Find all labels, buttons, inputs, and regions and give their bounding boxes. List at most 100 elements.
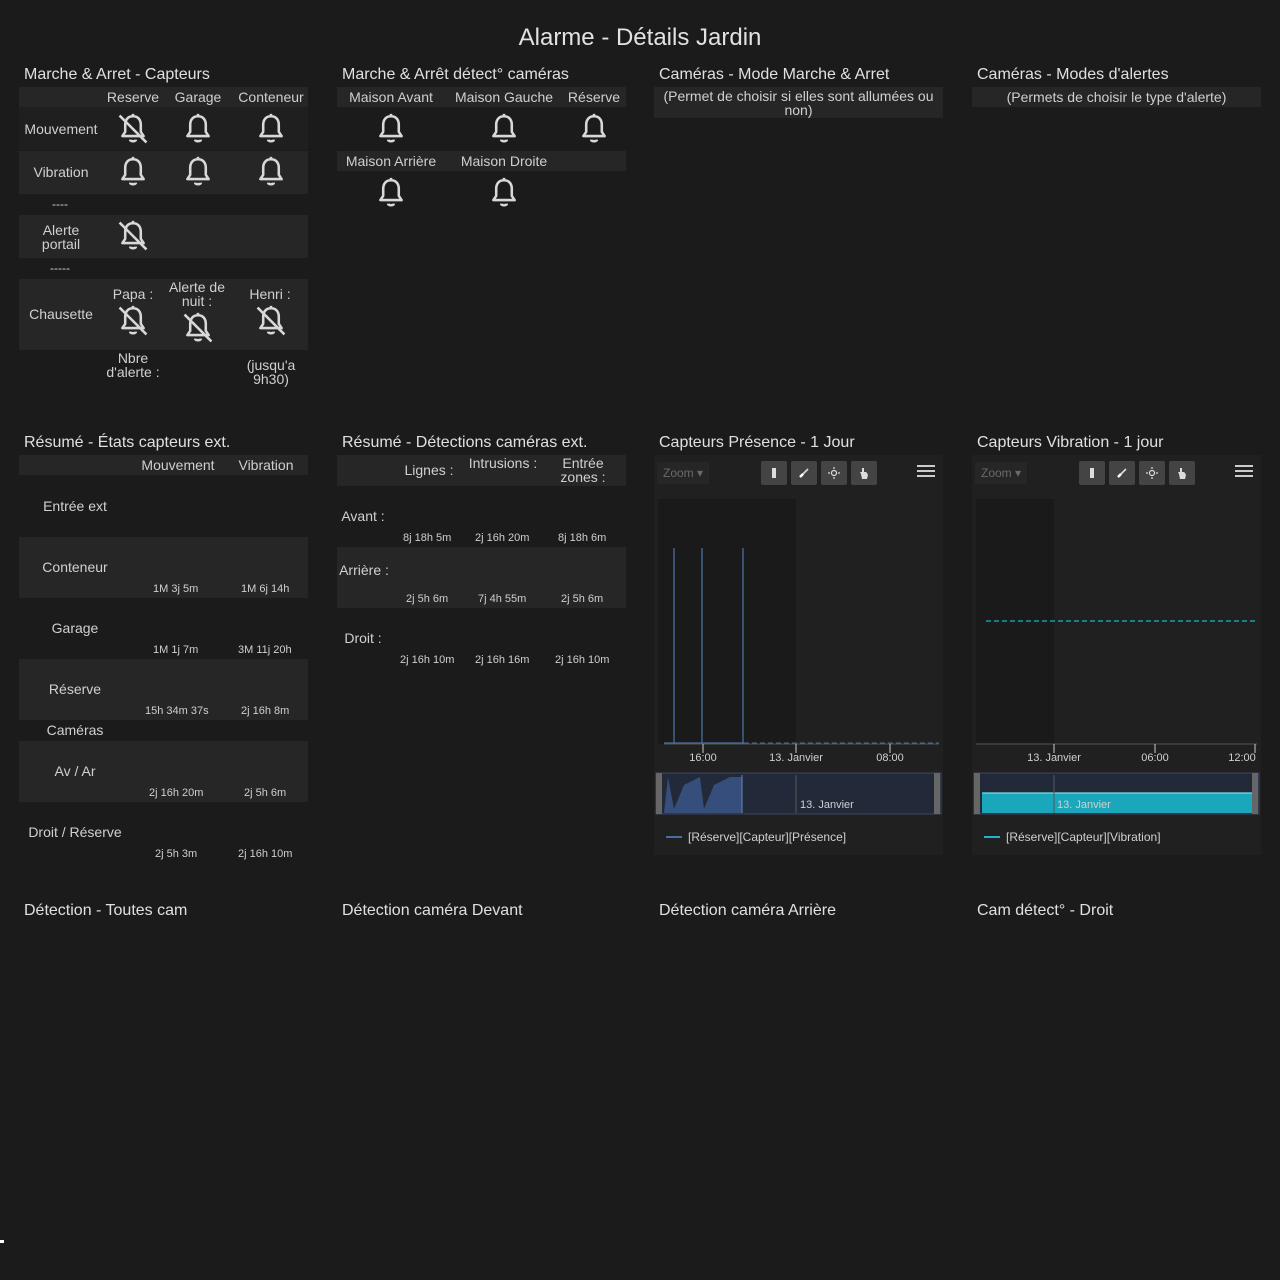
row-label-vibration: Vibration [33, 164, 89, 180]
header-lines: Lignes : [404, 462, 454, 478]
duration-value: 2j 5h 6m [556, 592, 609, 606]
sensor-summary-header: Mouvement Vibration [19, 455, 308, 475]
duration-value: 2j 16h 8m [236, 704, 295, 718]
duration-value: 2j 16h 10m [550, 653, 615, 667]
bell-icon[interactable] [487, 176, 521, 210]
duration-value: 3M 11j 20h [233, 643, 297, 657]
detection-front-title: Détection caméra Devant [342, 902, 523, 919]
cam-summary-title: Résumé - Détections caméras ext. [342, 434, 588, 451]
header-motion: Mouvement [141, 457, 215, 473]
header-reserve: Reserve [106, 89, 160, 105]
page-title: Alarme - Détails Jardin [518, 24, 762, 51]
row-label-gate: Alerte portail [41, 222, 81, 252]
bell-off-icon[interactable] [116, 219, 150, 253]
sock-col-henri: Henri : [249, 286, 291, 302]
summary-label-entry: Entrée ext [43, 498, 107, 514]
bell-icon[interactable] [487, 112, 521, 146]
presence-plot [655, 499, 942, 838]
cam-summary-header: Lignes : Intrusions : Entrée zones : [337, 455, 626, 486]
cam-alert-subtitle: (Permets de choisir le type d'alerte) [1006, 89, 1227, 105]
bell-icon[interactable] [181, 112, 215, 146]
row-gate: Alerte portail [19, 215, 308, 258]
header-left: Maison Gauche [454, 89, 554, 105]
cam-alert-title: Caméras - Modes d'alertes [977, 66, 1169, 83]
note-alert-count: Nbre d'alerte : [106, 350, 160, 380]
bell-icon[interactable] [254, 155, 288, 189]
sock-col-papa: Papa : [112, 286, 154, 302]
header-conteneur: Conteneur [238, 89, 304, 105]
header-right: Maison Droite [460, 153, 548, 169]
x-tick-label: 08:00 [876, 752, 904, 764]
legend-item[interactable]: [Réserve][Capteur][Vibration] [1006, 830, 1161, 844]
bell-icon[interactable] [254, 112, 288, 146]
cam-mode-subtitle: (Permet de choisir si elles sont allumée… [663, 88, 934, 118]
bell-off-icon[interactable] [181, 311, 215, 345]
header-vibration: Vibration [238, 457, 294, 473]
summary-label-cameras: Caméras [46, 722, 104, 738]
header-front: Maison Avant [349, 89, 433, 105]
cam-row-label-right: Droit : [344, 630, 382, 646]
bell-icon[interactable] [374, 176, 408, 210]
x-tick-label: 16:00 [689, 752, 717, 764]
cam-detect-header-2: Maison Arrière Maison Droite [337, 151, 626, 171]
legend-item[interactable]: [Réserve][Capteur][Présence] [688, 830, 846, 844]
sensors-header: Reserve Garage Conteneur [19, 87, 308, 107]
summary-label-garage: Garage [51, 620, 99, 636]
duration-value: 2j 16h 16m [470, 653, 535, 667]
cam-row-label-back: Arrière : [339, 562, 389, 578]
detection-right-title: Cam détect° - Droit [977, 902, 1114, 919]
duration-value: 1M 1j 7m [148, 643, 204, 657]
duration-value: 1M 3j 5m [148, 582, 204, 596]
presence-chart: Zoom ▾ 16:00 13. Janvier 08:00 13. Janvi… [654, 455, 943, 855]
duration-value: 2j 5h 6m [239, 786, 292, 800]
bell-off-icon[interactable] [254, 304, 288, 338]
summary-label: Conteneur [42, 559, 108, 575]
sensors-title: Marche & Arret - Capteurs [24, 66, 210, 83]
bell-icon[interactable] [577, 112, 611, 146]
duration-value: 2j 16h 10m [233, 847, 298, 861]
header-intrusions: Intrusions : [468, 455, 538, 471]
summary-label: Réserve [48, 681, 102, 697]
vibration-plot [973, 499, 1260, 838]
duration-value: 7j 4h 55m [473, 592, 532, 606]
duration-value: 2j 16h 20m [470, 531, 535, 545]
header-reserve: Réserve [567, 89, 621, 105]
duration-value: 2j 5h 3m [150, 847, 203, 861]
bell-off-icon[interactable] [116, 304, 150, 338]
row-label-sock: Chausette [29, 306, 93, 322]
vibration-chart: Zoom ▾ 13. Janvier 06:00 12:00 13. Janvi… [972, 455, 1261, 855]
cam-row-label-front: Avant : [341, 508, 385, 524]
vibration-chart-title: Capteurs Vibration - 1 jour [977, 434, 1164, 451]
separator: ----- [50, 261, 70, 275]
note-until: (jusqu'a 9h30) [246, 357, 296, 387]
bell-icon[interactable] [181, 155, 215, 189]
cam-alert-subtitle-box: (Permets de choisir le type d'alerte) [972, 87, 1261, 107]
cam-detect-title: Marche & Arrêt détect° caméras [342, 66, 569, 83]
presence-chart-title: Capteurs Présence - 1 Jour [659, 434, 855, 451]
duration-value: 2j 16h 20m [144, 786, 209, 800]
sensor-summary-title: Résumé - États capteurs ext. [24, 434, 231, 451]
bell-icon[interactable] [374, 112, 408, 146]
summary-label-right: Droit / Réserve [28, 824, 122, 840]
x-tick-label: 13. Janvier [769, 752, 823, 764]
bell-off-icon[interactable] [116, 112, 150, 146]
bell-icon[interactable] [116, 155, 150, 189]
duration-value: 15h 34m 37s [140, 704, 214, 718]
header-garage: Garage [174, 89, 222, 105]
duration-value: 2j 16h 10m [395, 653, 460, 667]
navigator-label: 13. Janvier [1057, 799, 1111, 811]
x-tick-label: 13. Janvier [1027, 752, 1081, 764]
navigator-label: 13. Janvier [800, 799, 854, 811]
duration-value: 8j 18h 6m [553, 531, 612, 545]
cam-mode-title: Caméras - Mode Marche & Arret [659, 66, 890, 83]
cam-detect-header: Maison Avant Maison Gauche Réserve [337, 87, 626, 107]
sock-col-night: Alerte de nuit : [168, 279, 226, 309]
separator: ---- [52, 197, 68, 211]
duration-value: 8j 18h 5m [398, 531, 457, 545]
header-zones: Entrée zones : [560, 455, 606, 485]
detection-all-title: Détection - Toutes cam [24, 902, 188, 919]
cam-mode-subtitle-box: (Permet de choisir si elles sont allumée… [654, 87, 943, 118]
x-tick-label: 12:00 [1228, 752, 1256, 764]
header-back: Maison Arrière [345, 153, 437, 169]
row-label-motion: Mouvement [24, 121, 98, 137]
